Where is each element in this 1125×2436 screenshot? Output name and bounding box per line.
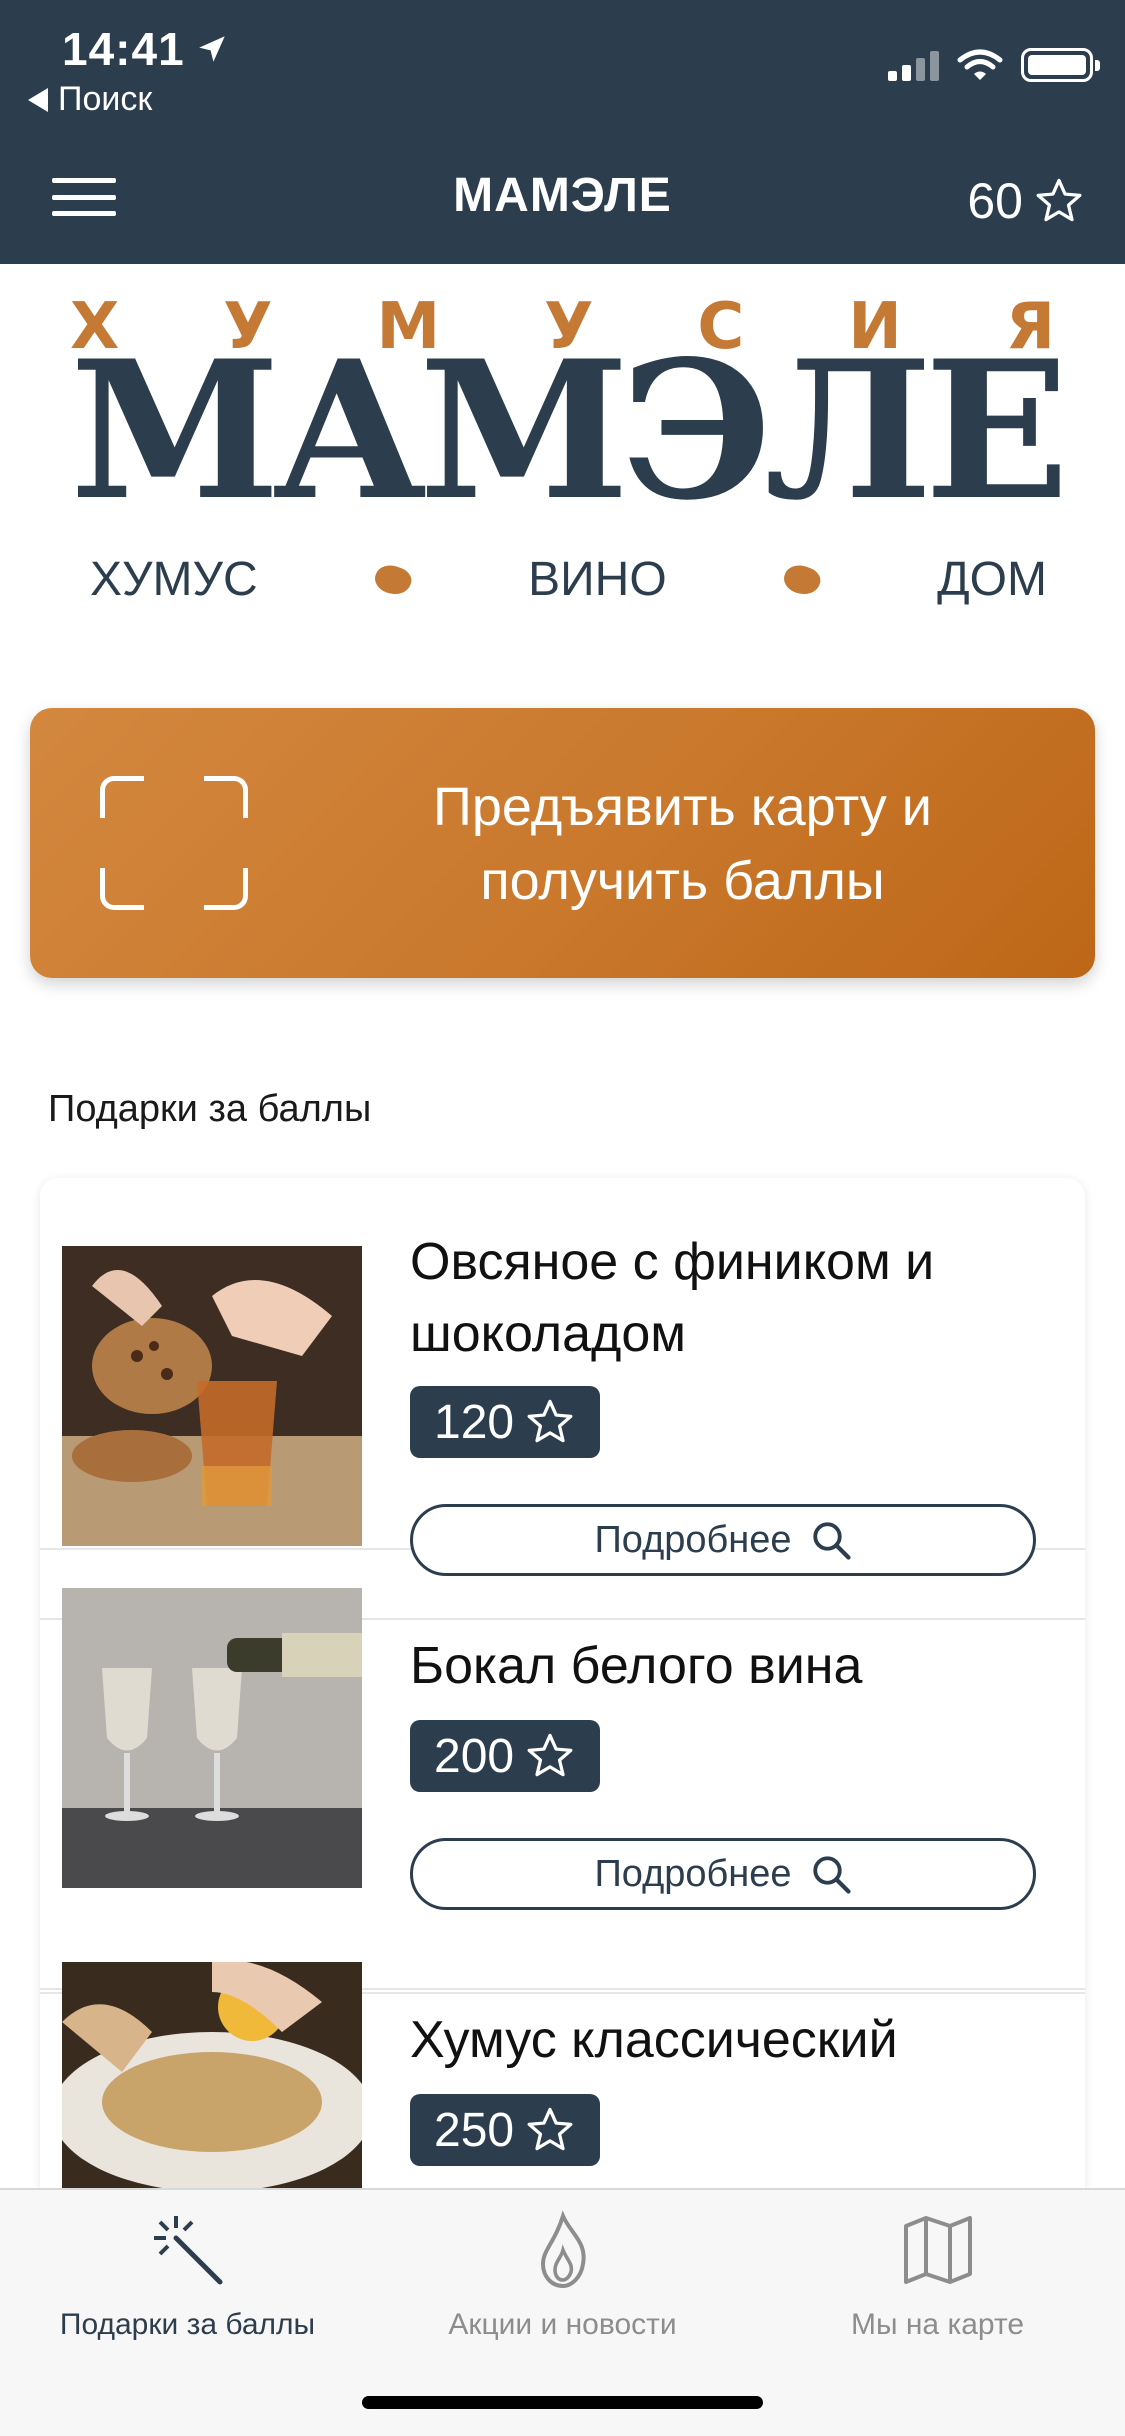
gift-price: 200 [434, 1729, 515, 1783]
gift-price: 250 [434, 2103, 515, 2157]
brand-logo: Х У М У С И Я МАМЭЛЕ ХУМУС ВИНО ДОМ [0, 264, 1125, 634]
star-icon [527, 1399, 573, 1443]
gift-image-cookie [62, 1246, 362, 1546]
gift-list: Овсяное с фиником и шоколадом 120 Подроб… [40, 1178, 1085, 2188]
gift-price-badge: 250 [410, 2094, 601, 2166]
tab-label: Мы на карте [850, 2308, 1025, 2341]
gift-item[interactable]: Хумус классический 250 [40, 1962, 1085, 2188]
star-icon [527, 1733, 573, 1777]
star-icon [1036, 178, 1082, 222]
gift-item[interactable]: Бокал белого вина 200 Подробнее [40, 1588, 1085, 1990]
battery-icon [1021, 48, 1100, 82]
gift-image-wine [62, 1588, 362, 1888]
page-title: МАМЭЛЕ [453, 169, 672, 222]
details-button[interactable]: Подробнее [410, 1504, 1036, 1576]
logo-bottom-line: ХУМУС ВИНО ДОМ [90, 552, 1047, 607]
points-balance[interactable]: 60 [967, 172, 1085, 230]
gift-name: Бокал белого вина [410, 1637, 863, 1695]
tab-map[interactable]: Мы на карте [750, 2210, 1125, 2342]
home-indicator[interactable] [362, 2396, 763, 2409]
status-icons [888, 48, 1100, 82]
map-icon [903, 2216, 972, 2284]
status-time-text: 14:41 [62, 23, 185, 75]
back-label: Поиск [58, 80, 153, 118]
status-time: 14:41 [62, 22, 229, 76]
logo-blob-decoration [371, 560, 415, 599]
points-value: 60 [967, 173, 1023, 229]
tab-news[interactable]: Акции и новости [375, 2210, 750, 2342]
flame-icon [540, 2210, 586, 2289]
gift-name: Овсяное с фиником и шоколадом [410, 1233, 935, 1363]
section-title: Подарки за баллы [48, 1088, 372, 1130]
wifi-icon [957, 49, 1003, 80]
logo-word-hummus: ХУМУС [90, 553, 258, 606]
magic-wand-icon [153, 2216, 222, 2285]
show-card-button[interactable]: Предъявить карту и получить баллы [30, 708, 1095, 978]
gift-price: 120 [434, 1395, 515, 1449]
gift-name: Хумус классический [410, 2011, 898, 2069]
logo-word-wine: ВИНО [528, 553, 667, 606]
search-icon [812, 1522, 851, 1560]
logo-blob-decoration [780, 560, 824, 599]
star-icon [527, 2107, 573, 2151]
details-button-label: Подробнее [594, 1852, 792, 1895]
details-button-label: Подробнее [594, 1518, 792, 1561]
location-arrow-icon [198, 36, 225, 62]
back-triangle-icon [28, 87, 48, 112]
show-card-label: Предъявить карту и получить баллы [433, 777, 932, 911]
logo-main-word: МАМЭЛЕ [70, 319, 1069, 542]
details-button[interactable]: Подробнее [410, 1838, 1036, 1910]
gift-item[interactable]: Овсяное с фиником и шоколадом 120 Подроб… [40, 1178, 1085, 1576]
top-bar: 14:41 Поиск МАМЭЛЕ 60 [0, 0, 1125, 264]
scan-frame-icon [100, 776, 248, 910]
tab-label: Подарки за баллы [59, 2308, 316, 2341]
signal-icon [888, 49, 939, 81]
search-icon [812, 1856, 851, 1894]
logo-word-home: ДОМ [937, 553, 1047, 606]
gift-price-badge: 120 [410, 1386, 601, 1458]
back-to-search[interactable]: Поиск [28, 80, 152, 119]
gift-image-hummus [62, 1962, 362, 2188]
tab-label: Акции и новости [448, 2308, 677, 2341]
gift-price-badge: 200 [410, 1720, 601, 1792]
tab-gifts[interactable]: Подарки за баллы [0, 2210, 375, 2342]
